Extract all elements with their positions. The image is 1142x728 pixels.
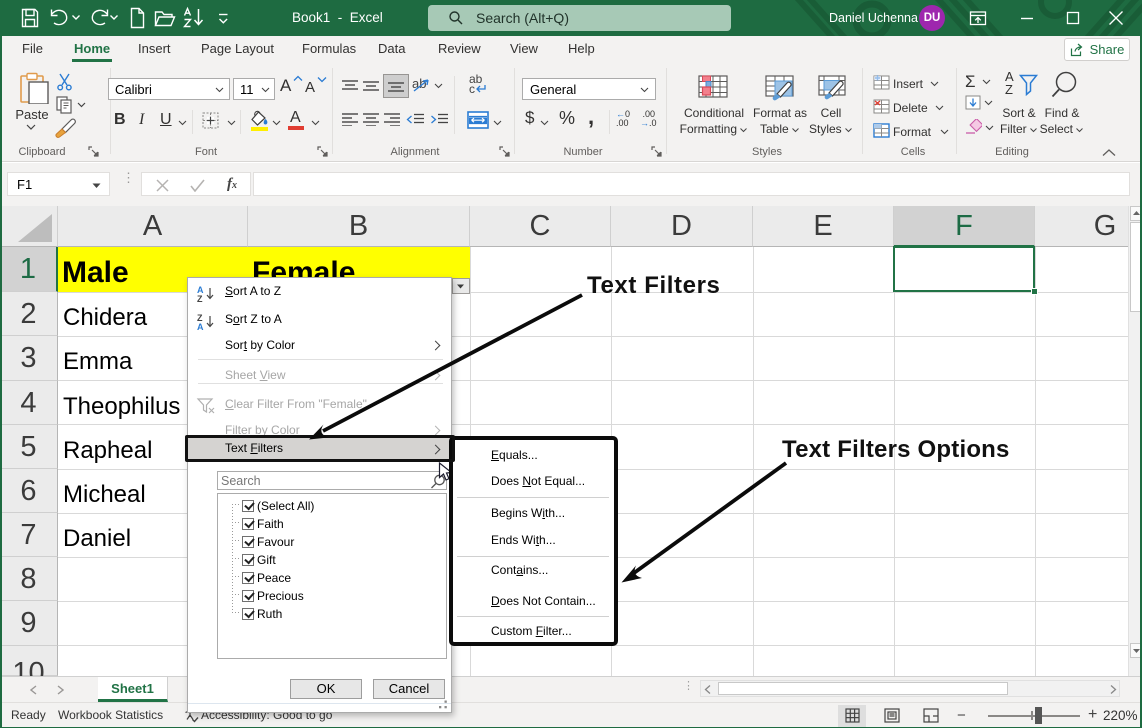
svg-text:Z: Z (197, 294, 203, 302)
svg-text:A: A (197, 322, 204, 330)
